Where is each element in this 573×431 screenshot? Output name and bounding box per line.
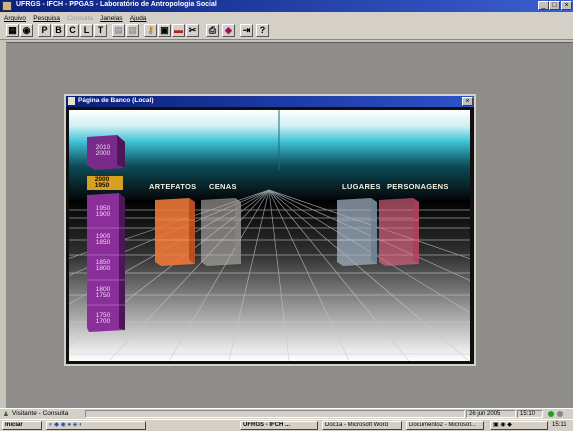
print-icon[interactable]: ⎙ bbox=[206, 24, 219, 37]
app-titlebar: UFRGS - IFCH - PPGAS - Laboratório de An… bbox=[0, 0, 573, 12]
status-time-box: 15:10 bbox=[517, 410, 543, 418]
exit-icon[interactable]: ⇥ bbox=[240, 24, 253, 37]
app-title: UFRGS - IFCH - PPGAS - Laboratório de An… bbox=[16, 1, 217, 8]
tools-icon[interactable]: ✂ bbox=[186, 24, 199, 37]
menu-pesquisa[interactable]: Pesquisa bbox=[33, 15, 60, 22]
user-icon: ♟ bbox=[3, 411, 9, 418]
timeline-label-top: 2010 2000 bbox=[95, 144, 111, 157]
timeline-range-5[interactable]: 1750 1700 bbox=[91, 312, 115, 325]
status-date-box: 26 jun 2005 bbox=[466, 410, 516, 418]
task-ufrgs[interactable]: UFRGS - IFCH ... bbox=[240, 421, 318, 430]
toolbar-button-c[interactable]: C bbox=[66, 24, 79, 37]
label-cenas[interactable]: CENAS bbox=[209, 182, 237, 191]
timeline-range-1[interactable]: 1950 1900 bbox=[91, 205, 115, 218]
help-icon[interactable]: ? bbox=[256, 24, 269, 37]
label-artefatos[interactable]: ARTEFATOS bbox=[149, 182, 196, 191]
taskbar: Iniciar ◐ ◆ ◉ ● ◈ ◐ UFRGS - IFCH ... Doc… bbox=[0, 419, 573, 431]
menu-consulta[interactable]: Consulta bbox=[67, 15, 93, 22]
quick-launch[interactable]: ◐ ◆ ◉ ● ◈ ◐ bbox=[46, 421, 146, 430]
maximize-button[interactable]: □ bbox=[549, 1, 560, 10]
timeline-range-4[interactable]: 1800 1750 bbox=[91, 286, 115, 299]
menu-ajuda[interactable]: Ajuda bbox=[130, 15, 147, 22]
status-secondary-icon bbox=[557, 411, 563, 417]
cenas-box[interactable] bbox=[201, 198, 241, 266]
timeline-highlight-label[interactable]: 2000 1950 bbox=[90, 176, 114, 189]
timeline-range-3[interactable]: 1850 1800 bbox=[91, 259, 115, 272]
taskbar-clock: 15:11 bbox=[552, 422, 567, 428]
toolbar-button-p[interactable]: P bbox=[38, 24, 51, 37]
start-label: Iniciar bbox=[5, 422, 23, 428]
disabled-tool-2-icon[interactable]: ▤ bbox=[126, 24, 139, 37]
toolbar-button-l[interactable]: L bbox=[80, 24, 93, 37]
folder-icon[interactable]: ▬ bbox=[172, 24, 185, 37]
binoculars-icon[interactable]: ◉ bbox=[20, 24, 33, 37]
toolbar-button-b[interactable]: B bbox=[52, 24, 65, 37]
status-panel bbox=[85, 410, 465, 418]
start-button[interactable]: Iniciar bbox=[2, 421, 42, 430]
gem-icon[interactable]: ◆ bbox=[222, 24, 235, 37]
status-time: 15:10 bbox=[520, 411, 536, 417]
online-indicator-icon bbox=[548, 411, 554, 417]
minimize-button[interactable]: _ bbox=[538, 1, 549, 10]
grid-icon[interactable]: ▦ bbox=[6, 24, 19, 37]
lugares-box[interactable] bbox=[337, 198, 377, 266]
image-icon[interactable]: ▣ bbox=[158, 24, 171, 37]
task-doc1[interactable]: Doc1a - Microsoft Word bbox=[322, 421, 402, 430]
status-user: Visitante - Consulta bbox=[12, 410, 69, 417]
scene-graphic bbox=[69, 110, 470, 361]
3d-scene[interactable]: 2010 2000 2000 1950 1950 1900 1900 1850 … bbox=[69, 110, 470, 361]
timeline-range-2[interactable]: 1900 1850 bbox=[91, 233, 115, 246]
menu-bar: Arquivo Pesquisa Consulta Janelas Ajuda bbox=[0, 12, 573, 22]
artefatos-box[interactable] bbox=[155, 198, 195, 266]
system-tray: ▣ ◉ ◆ bbox=[490, 421, 548, 430]
menu-janelas[interactable]: Janelas bbox=[100, 15, 122, 22]
task-documento2[interactable]: Documento2 - Microsof... bbox=[406, 421, 484, 430]
toolbar: ▦ ◉ P B C L T ▤ ▤ ⚷ ▣ ▬ ✂ ⎙ ◆ ⇥ ? bbox=[0, 22, 573, 40]
close-button[interactable]: × bbox=[561, 1, 572, 10]
document-icon bbox=[68, 97, 75, 105]
key-icon[interactable]: ⚷ bbox=[144, 24, 157, 37]
disabled-tool-icon[interactable]: ▤ bbox=[112, 24, 125, 37]
toolbar-button-t[interactable]: T bbox=[94, 24, 107, 37]
inner-window-title: Página de Banco (Local) bbox=[78, 97, 154, 104]
label-lugares[interactable]: LUGARES bbox=[342, 182, 381, 191]
app-icon bbox=[2, 1, 12, 11]
menu-arquivo[interactable]: Arquivo bbox=[4, 15, 26, 22]
inner-window-titlebar[interactable]: Página de Banco (Local) × bbox=[66, 96, 474, 107]
status-date: 26 jun 2005 bbox=[469, 411, 501, 417]
personagens-box[interactable] bbox=[379, 198, 419, 266]
label-personagens[interactable]: PERSONAGENS bbox=[387, 182, 449, 191]
inner-close-button[interactable]: × bbox=[462, 97, 473, 106]
